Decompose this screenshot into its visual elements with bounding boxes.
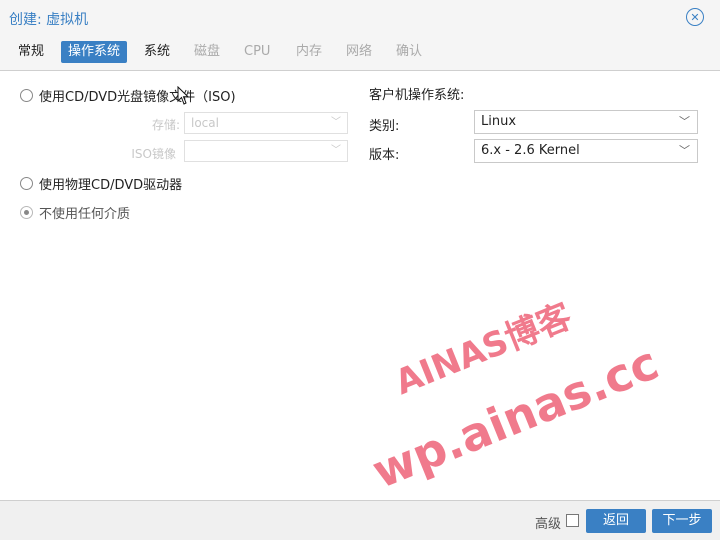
close-icon[interactable]: ✕ [686,8,704,26]
tab-os[interactable]: 操作系统 [61,41,128,63]
radio-button[interactable] [20,177,33,190]
os-version-value: 6.x - 2.6 Kernel [481,143,580,158]
storage-select[interactable]: local ﹀ [184,112,348,134]
tab-cpu[interactable]: CPU [237,41,277,63]
guest-os-panel: 客户机操作系统: 类别: Linux ﹀ 版本: 6.x - 2.6 Kerne… [360,70,720,500]
radio-label: 使用CD/DVD光盘镜像文件（ISO) [39,90,236,105]
advanced-checkbox[interactable] [566,514,579,527]
advanced-label: 高级 [535,517,562,532]
chevron-down-icon: ﹀ [679,115,690,128]
tab-system[interactable]: 系统 [137,41,177,63]
os-version-select[interactable]: 6.x - 2.6 Kernel ﹀ [474,139,698,163]
media-panel: 使用CD/DVD光盘镜像文件（ISO) 存储: local ﹀ ISO镜像 ﹀ … [0,70,360,500]
radio-label: 不使用任何介质 [39,207,131,222]
os-version-label: 版本: [369,148,400,163]
chevron-down-icon: ﹀ [679,144,690,157]
radio-label: 使用物理CD/DVD驱动器 [39,178,183,193]
tab-network[interactable]: 网络 [339,41,379,63]
guest-os-title: 客户机操作系统: [369,88,465,103]
next-button[interactable]: 下一步 [652,509,712,533]
chevron-down-icon: ﹀ [331,117,341,128]
tab-confirm[interactable]: 确认 [389,41,429,63]
os-type-value: Linux [481,114,517,129]
tab-disk[interactable]: 磁盘 [187,41,227,63]
os-type-label: 类别: [369,119,400,134]
chevron-down-icon: ﹀ [331,145,341,156]
radio-button-checked[interactable] [20,206,33,219]
create-vm-dialog: 创建: 虚拟机 ✕ 常规 操作系统 系统 磁盘 CPU 内存 网络 确认 使用C… [0,0,720,540]
storage-label: 存储: [151,118,180,132]
storage-value: local [191,116,219,130]
back-button[interactable]: 返回 [586,509,646,533]
radio-use-iso[interactable]: 使用CD/DVD光盘镜像文件（ISO) [20,86,236,105]
os-type-select[interactable]: Linux ﹀ [474,110,698,134]
tab-bar: 常规 操作系统 系统 磁盘 CPU 内存 网络 确认 [0,34,720,71]
tab-memory[interactable]: 内存 [289,41,329,63]
dialog-titlebar: 创建: 虚拟机 ✕ [0,0,720,34]
iso-image-select[interactable]: ﹀ [184,140,348,162]
dialog-footer: 高级 返回 下一步 [0,500,720,540]
radio-physical-drive[interactable]: 使用物理CD/DVD驱动器 [20,174,182,193]
radio-no-media[interactable]: 不使用任何介质 [20,203,130,222]
tab-general[interactable]: 常规 [11,41,51,63]
radio-button[interactable] [20,89,33,102]
dialog-title: 创建: 虚拟机 [9,12,89,28]
iso-image-label: ISO镜像 [131,147,176,161]
